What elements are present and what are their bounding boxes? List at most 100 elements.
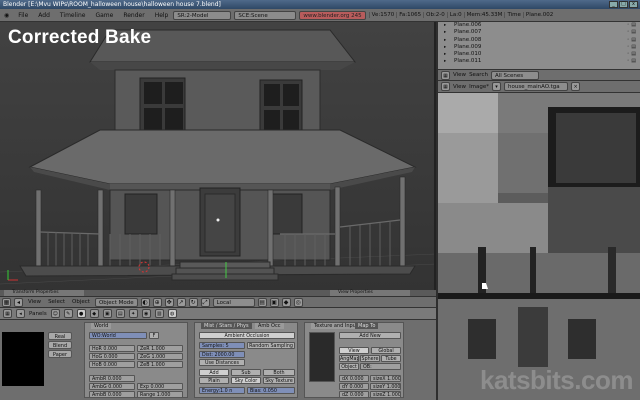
image-menu-view[interactable]: View — [453, 84, 466, 90]
editor-type-icon[interactable]: ▦ — [441, 70, 450, 80]
ao-sky-color-button[interactable]: Sky Color — [231, 377, 261, 384]
scale-icon[interactable]: ⤢ — [200, 297, 210, 307]
layer-grid-icon[interactable]: ▤ — [257, 297, 267, 307]
orientation-select[interactable]: Local — [212, 297, 255, 307]
preview-real-button[interactable]: Real — [48, 332, 72, 340]
outliner-scene-select[interactable]: All Scenes — [490, 70, 539, 80]
expand-arrow-icon[interactable]: ▸ — [444, 44, 446, 51]
sizey-field[interactable]: sizeY 1.000 — [370, 383, 401, 390]
menu-render[interactable]: Render — [118, 12, 149, 19]
hog-field[interactable]: HoG 0.000 — [89, 353, 135, 360]
texture-input-tab[interactable]: Texture and Input — [311, 323, 361, 329]
zeg-field[interactable]: ZeG 1.000 — [137, 353, 183, 360]
add-new-texture-button[interactable]: Add New — [339, 332, 401, 339]
outliner-menu-view[interactable]: View — [453, 72, 466, 78]
ambb-field[interactable]: AmbB 0.000 — [89, 391, 135, 398]
image-editor-canvas[interactable] — [438, 93, 640, 400]
list-item[interactable]: ▸ Plane.007 ◦ ▤ — [438, 29, 640, 36]
material-subcontext-icon[interactable]: ◉ — [141, 309, 151, 318]
ao-sub-button[interactable]: Sub — [231, 369, 261, 376]
screen-select[interactable]: SR:2-Model — [173, 10, 232, 20]
texture-subcontext-icon[interactable]: ▥ — [154, 309, 164, 318]
3d-viewport[interactable]: Corrected Bake — [0, 22, 436, 290]
image-name-field[interactable]: house_mainAO.tga — [504, 82, 569, 91]
list-item[interactable]: ▸ Plane.011 ◦ ▤ — [438, 58, 640, 65]
expand-arrow-icon[interactable]: ▸ — [444, 29, 446, 36]
ao-plain-button[interactable]: Plain — [199, 377, 229, 384]
hor-field[interactable]: HoR 0.000 — [89, 345, 135, 352]
random-sampling-toggle[interactable]: Random Sampling — [247, 342, 295, 349]
lock-icon[interactable]: ▣ — [269, 297, 279, 307]
menu-file[interactable]: File — [13, 12, 33, 19]
image-menu-image[interactable]: Image* — [469, 84, 489, 90]
ao-add-button[interactable]: Add — [199, 369, 229, 376]
collapse-menu-icon[interactable]: ◂ — [14, 297, 23, 307]
outliner-menu-search[interactable]: Search — [469, 72, 488, 78]
dx-field[interactable]: dX 0.000 — [339, 375, 369, 382]
logic-context-icon[interactable]: ☺ — [50, 309, 60, 318]
expand-arrow-icon[interactable]: ▸ — [444, 22, 446, 29]
hob-field[interactable]: HoB 0.000 — [89, 361, 135, 368]
map-sphere-button[interactable]: Sphere — [360, 355, 380, 362]
editing-context-icon[interactable]: ▣ — [102, 309, 112, 318]
pivot-icon[interactable]: ⊕ — [152, 297, 162, 307]
list-item[interactable]: ▸ Plane.009 ◦ ▤ — [438, 44, 640, 51]
scene-context-icon[interactable]: ▤ — [115, 309, 125, 318]
editor-type-icon[interactable]: ▦ — [441, 82, 450, 91]
use-distances-toggle[interactable]: Use Distances — [199, 359, 245, 366]
maximize-button[interactable]: □ — [619, 1, 628, 8]
shading-context-icon[interactable]: ● — [76, 309, 86, 318]
render-icon[interactable]: ◎ — [293, 297, 303, 307]
panels-menu[interactable]: Panels — [29, 311, 47, 317]
visibility-icon[interactable]: ◦ ▤ — [627, 22, 636, 29]
blender-logo-icon[interactable]: ◉ — [0, 12, 13, 19]
preview-blend-button[interactable]: Blend — [48, 341, 72, 349]
menu-timeline[interactable]: Timeline — [55, 12, 91, 19]
list-item[interactable]: ▸ Plane.008 ◦ ▤ — [438, 37, 640, 44]
exp-field[interactable]: Exp 0.000 — [137, 383, 183, 390]
manipulator-icon[interactable]: ✥ — [164, 297, 174, 307]
visibility-icon[interactable]: ◦ ▤ — [627, 44, 636, 51]
visibility-icon[interactable]: ◦ ▤ — [627, 29, 636, 36]
close-button[interactable]: x — [629, 1, 638, 8]
mode-select[interactable]: Object Mode — [94, 297, 138, 307]
ao-sky-texture-button[interactable]: Sky Texture — [263, 377, 295, 384]
preview-paper-button[interactable]: Paper — [48, 350, 72, 358]
menu-add[interactable]: Add — [33, 12, 55, 19]
map-angmap-button[interactable]: AngMap — [339, 355, 359, 362]
visibility-icon[interactable]: ◦ ▤ — [627, 37, 636, 44]
world-tab[interactable]: World — [91, 323, 112, 329]
map-to-tab[interactable]: Map To — [355, 323, 379, 329]
map-tube-button[interactable]: Tube — [381, 355, 401, 362]
viewport-menu-select[interactable]: Select — [46, 299, 67, 305]
lamp-subcontext-icon[interactable]: ✦ — [128, 309, 138, 318]
map-global-button[interactable]: Global — [371, 347, 401, 354]
draw-type-icon[interactable]: ◐ — [140, 297, 150, 307]
texture-channel-list[interactable] — [309, 332, 335, 382]
dy-field[interactable]: dY 0.000 — [339, 383, 369, 390]
expand-arrow-icon[interactable]: ▸ — [444, 51, 446, 58]
world-name-field[interactable]: WO:World — [89, 332, 147, 339]
sizex-field[interactable]: sizeX 1.000 — [370, 375, 401, 382]
object-name-field[interactable]: OB: — [360, 363, 401, 370]
image-close-icon[interactable]: × — [571, 82, 581, 91]
scene-select[interactable]: SCE:Scene — [234, 10, 297, 20]
dz-field[interactable]: dZ 0.000 — [339, 391, 369, 398]
world-subcontext-icon[interactable]: ◍ — [167, 309, 177, 318]
list-item[interactable]: ▸ Plane.010 ◦ ▤ — [438, 51, 640, 58]
menu-game[interactable]: Game — [90, 12, 118, 19]
energy-field[interactable]: Energy:1.0 n — [199, 387, 245, 394]
ambr-field[interactable]: AmbR 0.000 — [89, 375, 135, 382]
list-item[interactable]: ▸ Plane.006 ◦ ▤ — [438, 22, 640, 29]
map-object-button[interactable]: Object — [339, 363, 359, 370]
script-context-icon[interactable]: ✎ — [63, 309, 73, 318]
ao-both-button[interactable]: Both — [263, 369, 295, 376]
map-view-button[interactable]: View — [339, 347, 369, 354]
bias-field[interactable]: Bias: 0.050 — [247, 387, 295, 394]
snap-icon[interactable]: ◆ — [281, 297, 291, 307]
editor-type-icon[interactable]: ▦ — [3, 309, 12, 318]
editor-type-icon[interactable]: ▦ — [2, 297, 11, 307]
blender-url[interactable]: www.blender.org 245 — [299, 10, 366, 20]
menu-help[interactable]: Help — [150, 12, 174, 19]
translate-icon[interactable]: ↗ — [176, 297, 186, 307]
